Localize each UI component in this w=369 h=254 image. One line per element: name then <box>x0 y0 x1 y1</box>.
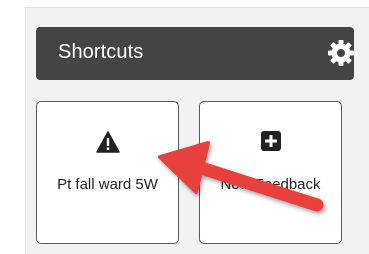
shortcut-tile-new-feedback[interactable]: New Feedback <box>199 101 342 244</box>
shortcuts-title: Shortcuts <box>58 41 144 63</box>
tile-label: Pt fall ward 5W <box>57 176 158 193</box>
plus-square-icon <box>260 131 281 151</box>
tile-label: New Feedback <box>220 176 321 193</box>
warning-icon <box>95 131 120 153</box>
tile-icon-wrapper <box>37 131 178 153</box>
shortcuts-header: Shortcuts <box>36 27 354 80</box>
tile-icon-wrapper <box>200 131 341 153</box>
shortcut-tile-pt-fall[interactable]: Pt fall ward 5W <box>36 101 179 244</box>
gear-icon[interactable] <box>327 39 355 67</box>
